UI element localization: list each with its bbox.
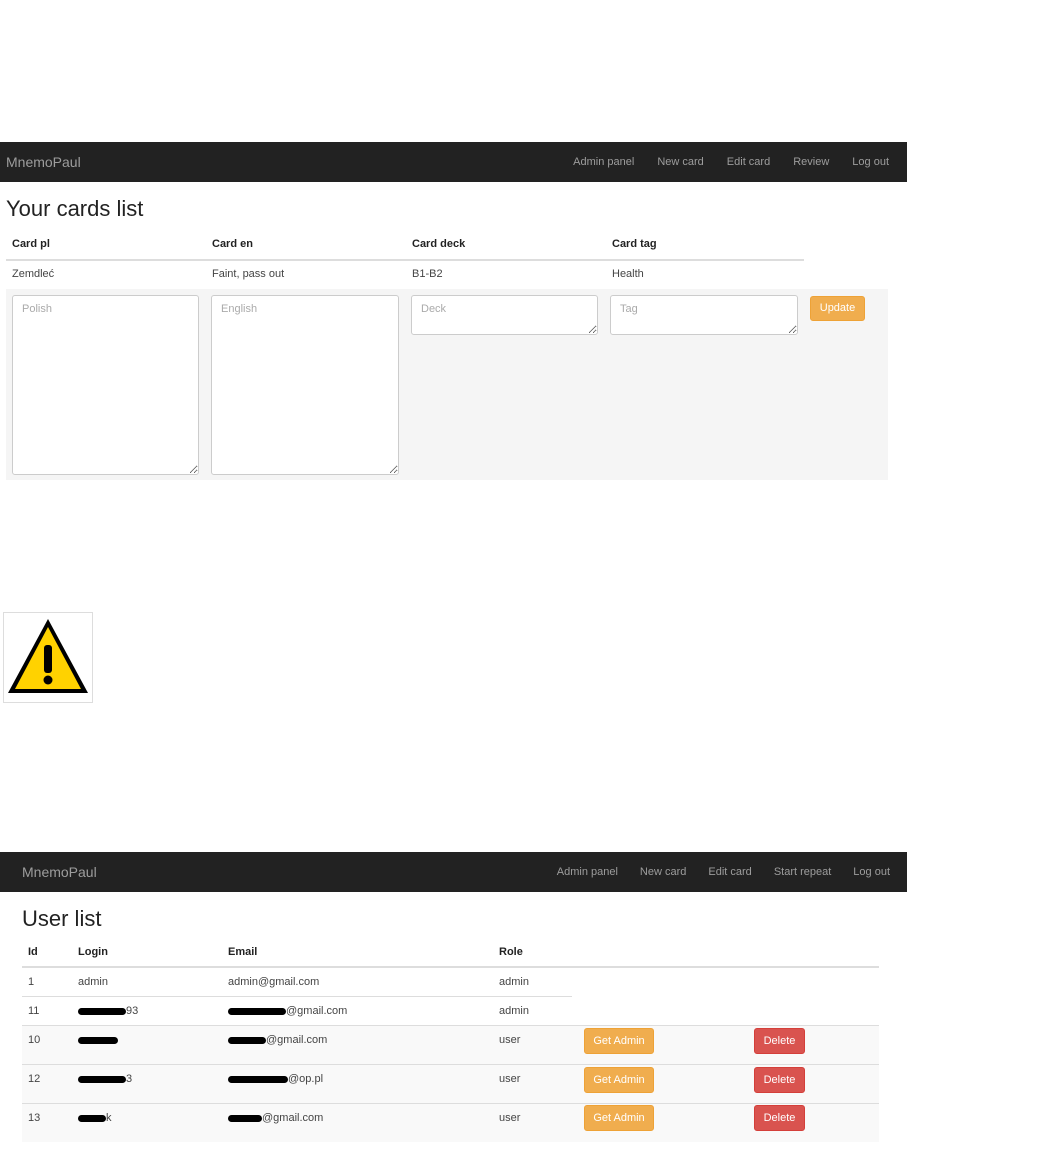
top-navbar: MnemoPaul Admin panel New card Edit card… [0,852,907,892]
user-role: user [493,1103,572,1142]
col-role: Role [493,938,572,968]
redacted-mark [78,1075,126,1083]
tag-input[interactable] [610,295,798,335]
col-login: Login [72,938,222,968]
user-role: admin [493,966,572,997]
user-login: admin [72,966,222,997]
nav-start-repeat[interactable]: Start repeat [769,852,831,892]
col-card-en: Card en [206,229,406,261]
delete-button[interactable]: Delete [754,1067,805,1093]
user-email: @gmail.com [222,1103,493,1142]
user-role: user [493,1064,572,1104]
cards-title: Your cards list [6,196,144,221]
table-row: 1 admin admin@gmail.com admin [22,966,879,997]
user-email: @gmail.com [222,1025,493,1065]
nav-links: Admin panel New card Edit card Review Lo… [568,142,907,182]
table-row: 13 k @gmail.com user [22,1103,879,1142]
user-login: 3 [72,1064,222,1104]
col-card-tag: Card tag [606,229,804,261]
redacted-mark [78,1114,106,1122]
brand-link[interactable]: MnemoPaul [22,852,97,892]
table-row: 11 93 @gmail.com admin [22,996,879,1026]
polish-input[interactable] [12,295,199,475]
col-id: Id [22,938,72,968]
user-email: @gmail.com [222,996,493,1026]
table-row: 10 @gmail.com user [22,1025,879,1065]
get-admin-button[interactable]: Get Admin [584,1067,654,1093]
card-row: Zemdleć Faint, pass out B1-B2 Health [6,259,804,290]
get-admin-button[interactable]: Get Admin [584,1105,654,1131]
user-id: 12 [22,1064,72,1104]
nav-log-out[interactable]: Log out [847,142,889,182]
top-navbar: MnemoPaul Admin panel New card Edit card… [0,142,907,182]
nav-new-card[interactable]: New card [635,852,686,892]
user-email: @op.pl [222,1064,493,1104]
delete-button[interactable]: Delete [754,1028,805,1054]
delete-button[interactable]: Delete [754,1105,805,1131]
user-login: 93 [72,996,222,1026]
warning-triangle-icon [3,612,93,703]
user-table: Id Login Email Role 1 admin admin@gmail.… [22,938,879,1142]
user-role: admin [493,996,572,1026]
users-title: User list [22,906,102,931]
redacted-mark [228,1036,266,1044]
nav-links: Admin panel New card Edit card Start rep… [552,852,907,892]
user-id: 11 [22,996,72,1026]
redacted-mark [78,1007,126,1015]
nav-admin-panel[interactable]: Admin panel [568,142,634,182]
nav-review[interactable]: Review [788,142,829,182]
col-card-pl: Card pl [6,229,206,261]
user-id: 1 [22,966,72,997]
nav-edit-card[interactable]: Edit card [722,142,770,182]
user-id: 13 [22,1103,72,1142]
deck-input[interactable] [411,295,598,335]
update-button[interactable]: Update [810,296,865,321]
english-input[interactable] [211,295,399,475]
col-card-deck: Card deck [406,229,606,261]
user-role: user [493,1025,572,1065]
nav-admin-panel[interactable]: Admin panel [552,852,618,892]
table-row: 12 3 @op.pl user [22,1064,879,1104]
redacted-mark [78,1036,118,1044]
nav-log-out[interactable]: Log out [848,852,890,892]
card-deck-value: B1-B2 [406,259,606,290]
card-pl-value: Zemdleć [6,259,206,290]
col-email: Email [222,938,493,968]
redacted-mark [228,1114,262,1122]
redacted-mark [228,1075,288,1083]
user-id: 10 [22,1025,72,1065]
cards-table: Card pl Card en Card deck Card tag [6,229,804,261]
col-actions [572,938,743,968]
redacted-mark [228,1007,286,1015]
col-delete [743,938,879,968]
nav-new-card[interactable]: New card [652,142,703,182]
card-en-value: Faint, pass out [206,259,406,290]
nav-edit-card[interactable]: Edit card [703,852,751,892]
get-admin-button[interactable]: Get Admin [584,1028,654,1054]
user-email: admin@gmail.com [222,966,493,997]
user-login [72,1025,222,1065]
brand-link[interactable]: MnemoPaul [6,142,81,182]
card-tag-value: Health [606,259,804,290]
user-login: k [72,1103,222,1142]
